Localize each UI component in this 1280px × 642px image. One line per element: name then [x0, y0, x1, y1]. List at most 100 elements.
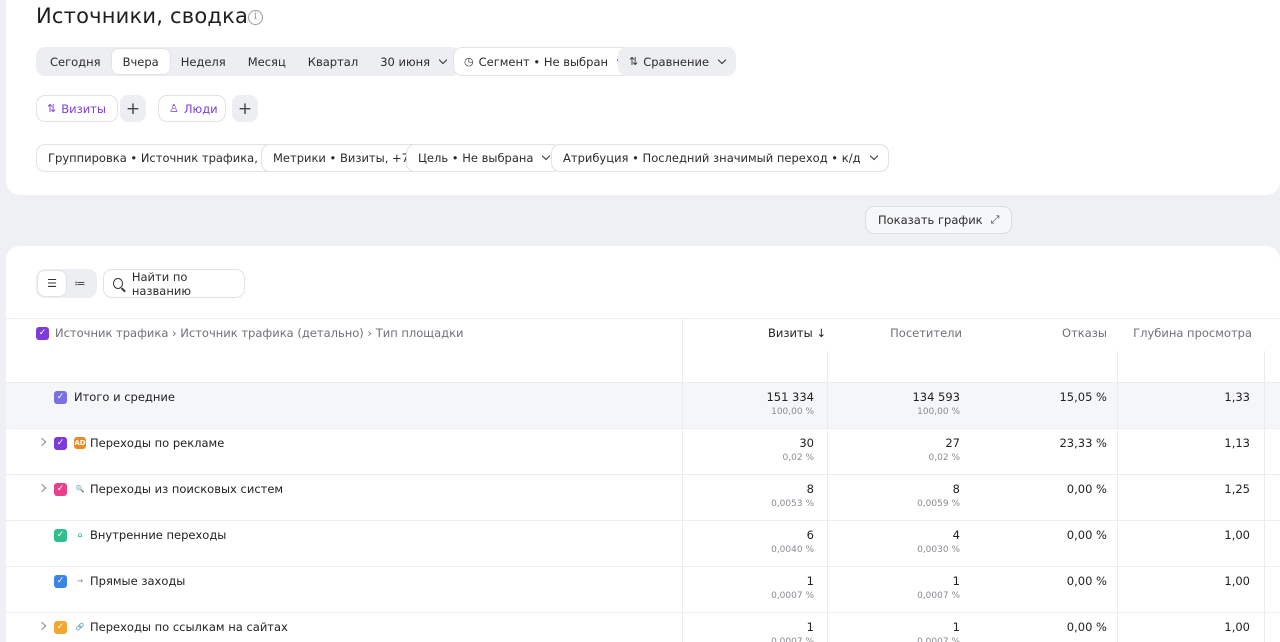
dimensions-header[interactable]: Источник трафика › Источник трафика (дет…	[55, 326, 464, 340]
table-row-total[interactable]: ✓ Итого и средние 151 334 100,00 % 134 593 10…	[6, 382, 1280, 429]
row-checkbox[interactable]: ✓	[54, 529, 67, 542]
table-row[interactable]: ✓ AD Переходы по рекламе 30 0,02 % 27 0,02 % 23…	[6, 428, 1280, 475]
source-icon: ⌂	[77, 531, 83, 539]
column-divider	[827, 613, 828, 642]
table-row[interactable]: ✓ → Прямые заходы 1 0,0007 % 1 0,0007 % 0,00 % 1…	[6, 566, 1280, 613]
show-chart-button[interactable]: Показать график ⤢	[865, 206, 1013, 234]
column-divider	[1117, 567, 1118, 613]
visits-mode-label: Визиты	[61, 101, 106, 116]
depth-value: 1,25	[1224, 482, 1250, 496]
period-yesterday-button[interactable]: Вчера	[111, 49, 170, 74]
expand-row-chevron-icon[interactable]	[37, 437, 47, 447]
search-icon	[113, 278, 123, 289]
column-divider	[1117, 613, 1118, 642]
row-checkbox[interactable]: ✓	[54, 483, 67, 496]
date-picker-button[interactable]: 30 июня	[369, 49, 457, 74]
bounces-value: 0,00 %	[1066, 574, 1107, 588]
info-icon[interactable]: i	[248, 10, 263, 25]
row-label: Внутренние переходы	[90, 528, 227, 542]
column-divider	[1264, 383, 1265, 429]
bounces-value: 15,05 %	[1059, 390, 1107, 404]
bounces-value: 0,00 %	[1066, 482, 1107, 496]
visits-share: 0,0007 %	[771, 637, 814, 642]
row-label: Прямые заходы	[90, 574, 186, 588]
chevron-down-icon	[869, 151, 878, 161]
depth-value: 1,13	[1224, 436, 1250, 450]
expand-row-chevron-icon[interactable]	[37, 483, 47, 493]
column-divider	[1264, 567, 1265, 613]
column-divider	[1264, 613, 1265, 642]
column-divider	[827, 429, 828, 475]
show-chart-label: Показать график	[878, 213, 983, 227]
column-visits[interactable]: Визиты ↓	[768, 326, 826, 340]
visitors-value: 1	[952, 620, 960, 634]
visits-value: 6	[806, 528, 814, 542]
row-checkbox[interactable]: ✓	[54, 621, 67, 634]
segment-label: Сегмент • Не выбран	[478, 54, 609, 69]
source-icon: →	[77, 577, 83, 585]
bounces-value: 0,00 %	[1066, 528, 1107, 542]
period-today-button[interactable]: Сегодня	[39, 49, 112, 74]
visitors-share: 0,0059 %	[917, 499, 960, 509]
visits-share: 0,0053 %	[771, 499, 814, 509]
visitors-share: 0,0030 %	[917, 545, 960, 555]
row-label: Итого и средние	[74, 390, 175, 404]
tree-view-icon[interactable]: ☰	[38, 271, 66, 296]
chevron-down-icon	[717, 55, 727, 64]
column-divider	[1117, 351, 1118, 383]
metrics-button[interactable]: Метрики • Визиты, +7	[261, 144, 421, 172]
period-month-button[interactable]: Месяц	[237, 49, 297, 74]
table-row[interactable]: ✓ 🔍 Переходы из поисковых систем 8 0,0053 % 8…	[6, 474, 1280, 521]
period-selector: Сегодня Вчера Неделя Месяц Квартал 30 ию…	[36, 47, 461, 76]
period-quarter-button[interactable]: Квартал	[297, 49, 369, 74]
column-divider	[1117, 521, 1118, 567]
flat-list-icon[interactable]: ≔	[66, 271, 94, 296]
visitors-value: 8	[952, 482, 960, 496]
chevron-down-icon	[542, 151, 551, 161]
row-checkbox[interactable]: ✓	[54, 575, 67, 588]
table-row[interactable]: ✓ 🔗 Переходы по ссылкам на сайтах 1 0,0007 %…	[6, 612, 1280, 642]
row-label: Переходы из поисковых систем	[90, 482, 284, 496]
search-placeholder: Найти по названию	[131, 269, 192, 298]
column-divider	[1264, 521, 1265, 567]
expand-icon: ⤢	[990, 213, 1000, 226]
goal-label: Цель • Не выбрана	[418, 151, 534, 165]
row-label: Переходы по ссылкам на сайтах	[90, 620, 288, 634]
visitors-value: 27	[945, 436, 960, 450]
comparison-label: Сравнение	[643, 54, 710, 69]
add-people-button[interactable]: +	[232, 95, 258, 122]
search-input[interactable]: Найти по названию	[103, 269, 245, 298]
date-label: 30 июня	[380, 54, 431, 69]
row-label: Переходы по рекламе	[90, 436, 225, 450]
visits-value: 8	[806, 482, 814, 496]
column-divider	[1264, 429, 1265, 475]
expand-row-chevron-icon[interactable]	[37, 621, 47, 631]
period-week-button[interactable]: Неделя	[170, 49, 237, 74]
column-divider	[682, 429, 683, 475]
goal-dropdown[interactable]: Цель • Не выбрана	[406, 144, 562, 172]
depth-value: 1,33	[1224, 390, 1250, 404]
visits-value: 1	[806, 574, 814, 588]
row-checkbox[interactable]: ✓	[54, 391, 67, 404]
report-table-card: ☰ ≔ Найти по названию ✓ Источник трафика…	[6, 246, 1280, 642]
visitors-value: 1	[952, 574, 960, 588]
add-visits-button[interactable]: +	[120, 95, 146, 122]
visits-mode-button[interactable]: ⇅ Визиты	[36, 95, 118, 122]
table-header: ✓ Источник трафика › Источник трафика (д…	[6, 318, 1280, 383]
grouping-button[interactable]: Группировка • Источник трафика, +2	[36, 144, 291, 172]
people-mode-button[interactable]: ♙ Люди	[158, 95, 226, 122]
visits-icon: ⇅	[47, 102, 57, 115]
segment-dropdown[interactable]: ◷ Сегмент • Не выбран	[453, 47, 636, 76]
column-divider	[1117, 475, 1118, 521]
column-divider	[827, 475, 828, 521]
row-checkbox[interactable]: ✓	[54, 437, 67, 450]
column-visitors[interactable]: Посетители	[890, 326, 962, 340]
comparison-dropdown[interactable]: ⇅ Сравнение	[618, 47, 737, 76]
view-toggle: ☰ ≔	[36, 269, 97, 298]
bounces-value: 23,33 %	[1059, 436, 1107, 450]
column-depth[interactable]: Глубина просмотра	[1133, 326, 1252, 340]
select-all-checkbox[interactable]: ✓	[36, 327, 49, 340]
column-bounces[interactable]: Отказы	[1062, 326, 1107, 340]
attribution-dropdown[interactable]: Атрибуция • Последний значимый переход •…	[551, 144, 889, 172]
table-row[interactable]: ✓ ⌂ Внутренние переходы 6 0,0040 % 4 0,0030 % 0…	[6, 520, 1280, 567]
